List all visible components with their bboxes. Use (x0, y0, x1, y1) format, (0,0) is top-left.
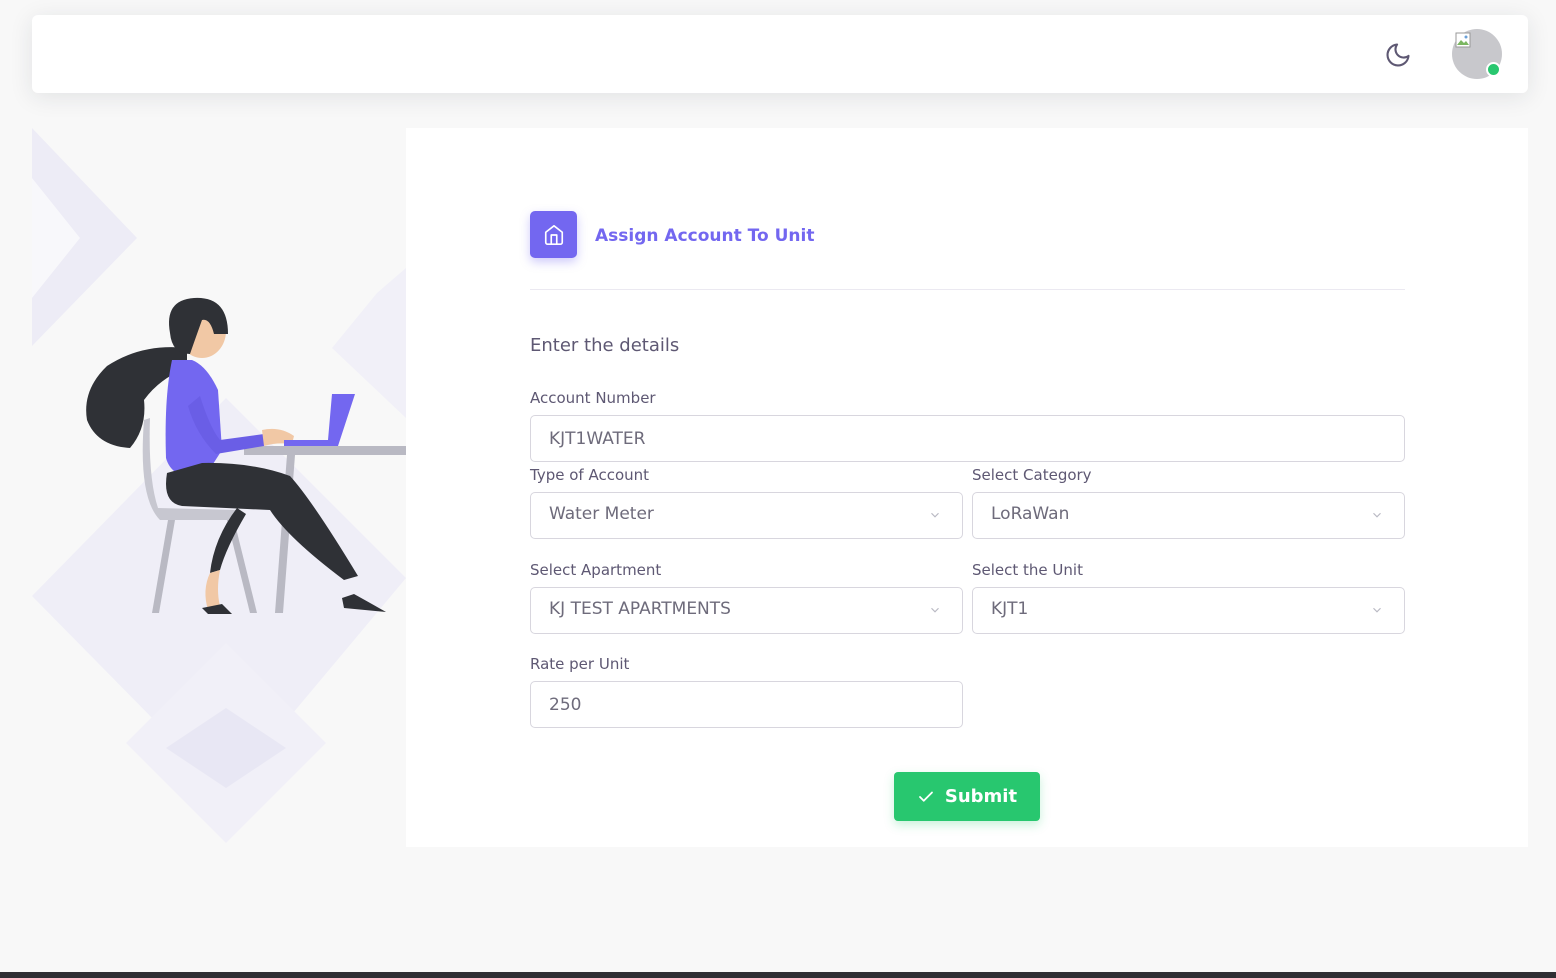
page-title: Assign Account To Unit (595, 226, 815, 246)
account-number-label: Account Number (530, 389, 656, 407)
assign-account-card: Assign Account To Unit Enter the details… (406, 128, 1528, 847)
divider (530, 289, 1405, 290)
account-type-value: Water Meter (549, 504, 654, 524)
submit-button[interactable]: Submit (894, 772, 1040, 821)
rate-input[interactable] (530, 681, 963, 728)
user-avatar[interactable] (1452, 29, 1502, 79)
chevron-down-icon (931, 607, 939, 613)
chevron-down-icon (1373, 512, 1381, 518)
submit-label: Submit (944, 786, 1018, 807)
home-icon (530, 211, 577, 258)
form-subtitle: Enter the details (530, 335, 680, 356)
category-label: Select Category (972, 466, 1092, 484)
top-navbar (32, 15, 1528, 93)
moon-icon[interactable] (1384, 41, 1412, 69)
account-type-select[interactable]: Water Meter (530, 492, 963, 539)
bottom-bar (0, 972, 1556, 978)
unit-value: KJT1 (991, 599, 1029, 619)
apartment-label: Select Apartment (530, 561, 662, 579)
rate-label: Rate per Unit (530, 655, 630, 673)
broken-image-icon (1455, 32, 1471, 48)
category-value: LoRaWan (991, 504, 1070, 524)
check-icon (918, 791, 933, 802)
category-select[interactable]: LoRaWan (972, 492, 1405, 539)
online-status-dot (1486, 62, 1501, 77)
apartment-value: KJ TEST APARTMENTS (549, 599, 731, 619)
unit-label: Select the Unit (972, 561, 1083, 579)
woman-with-laptop-illustration (32, 128, 406, 843)
account-type-label: Type of Account (530, 466, 650, 484)
unit-select[interactable]: KJT1 (972, 587, 1405, 634)
apartment-select[interactable]: KJ TEST APARTMENTS (530, 587, 963, 634)
account-number-input[interactable] (530, 415, 1405, 462)
chevron-down-icon (1373, 607, 1381, 613)
chevron-down-icon (931, 512, 939, 518)
